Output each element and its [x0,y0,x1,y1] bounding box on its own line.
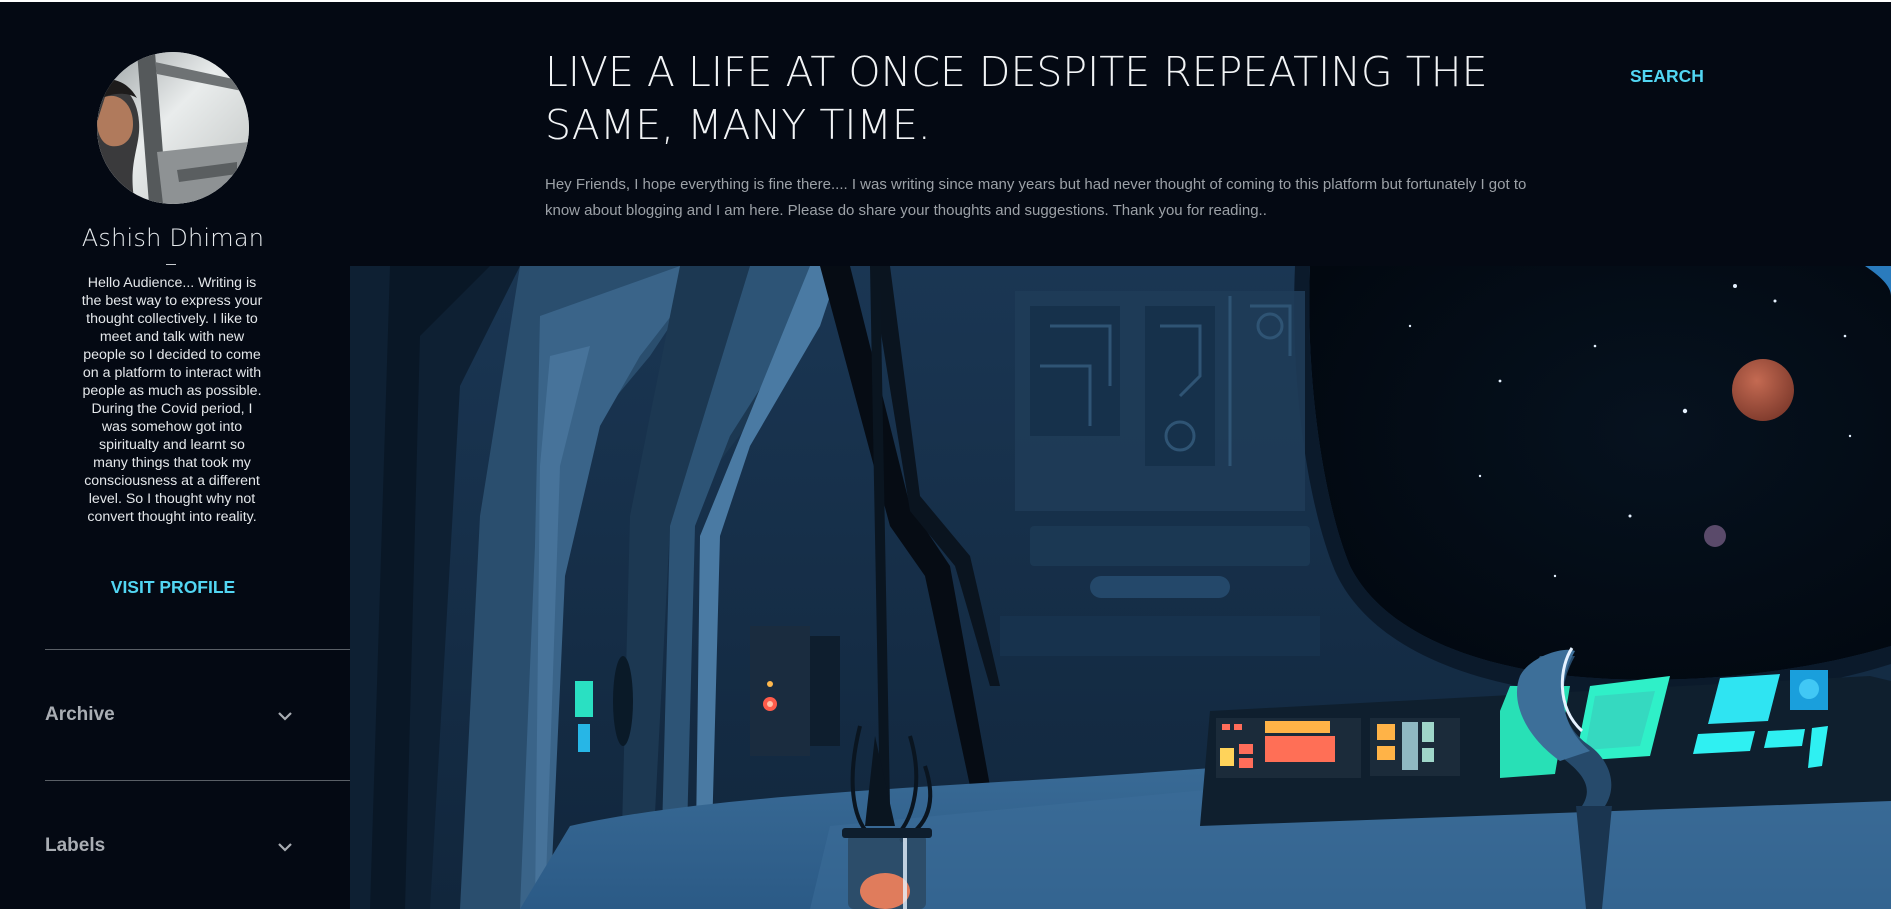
visit-profile-link[interactable]: VISIT PROFILE [0,577,346,598]
profile-name: Ashish Dhiman [81,224,265,252]
blog-header: LIVE A LIFE AT ONCE DESPITE REPEATING TH… [350,2,1891,266]
blog-description: Hey Friends, I hope everything is fine t… [545,176,1527,219]
archive-section-toggle[interactable]: Archive [45,696,295,736]
hero-image [350,266,1891,909]
name-divider [166,264,176,265]
archive-label: Archive [45,704,115,725]
avatar[interactable] [97,52,249,204]
sidebar-divider [45,649,350,650]
blog-page: Ashish Dhiman Hello Audience... Writing … [0,2,1891,909]
labels-label: Labels [45,835,106,856]
labels-section-toggle[interactable]: Labels [45,827,295,867]
sidebar-divider [45,780,350,781]
profile-bio: Hello Audience... Writing is the best wa… [81,275,263,525]
chevron-down-icon [278,843,292,852]
blog-title[interactable]: LIVE A LIFE AT ONCE DESPITE REPEATING TH… [545,46,1565,152]
search-button[interactable]: SEARCH [1630,66,1704,87]
chevron-down-icon [278,712,292,721]
sidebar: Ashish Dhiman Hello Audience... Writing … [0,2,350,909]
avatar-photo [97,52,249,204]
